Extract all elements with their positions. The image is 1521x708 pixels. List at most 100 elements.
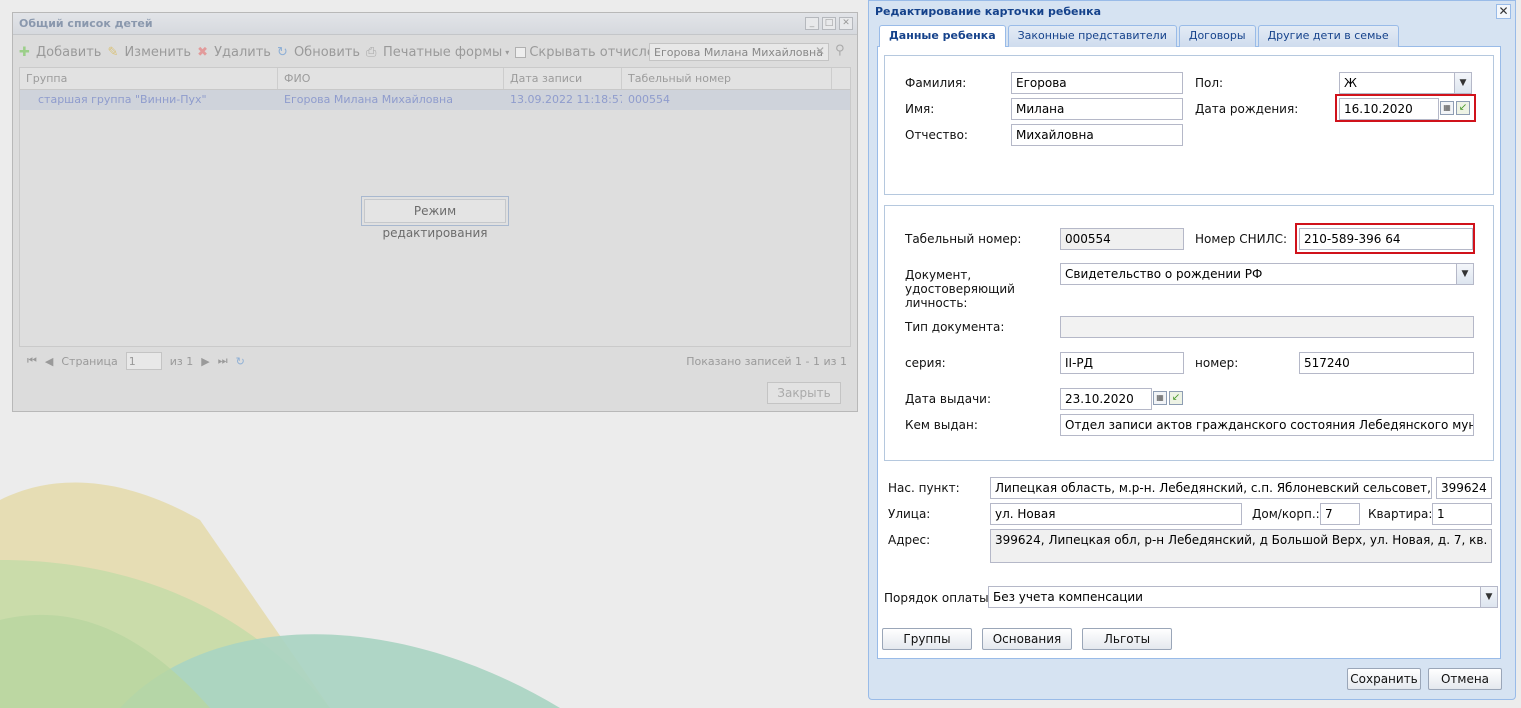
add-button[interactable]: ✚ Добавить (19, 44, 102, 61)
name-input[interactable]: Милана (1011, 98, 1183, 120)
pager-refresh-icon[interactable]: ↻ (236, 355, 245, 368)
issue-date-input[interactable]: 23.10.2020 (1060, 388, 1152, 410)
last-page-icon[interactable]: ⏭ (218, 354, 228, 368)
tab-other-children[interactable]: Другие дети в семье (1257, 25, 1399, 47)
gender-value: Ж (1344, 76, 1357, 90)
doc-type-input[interactable] (1060, 316, 1474, 338)
address-label: Адрес: (888, 533, 931, 547)
tab-child-data[interactable]: Данные ребенка (879, 25, 1006, 48)
number-label: номер: (1195, 356, 1239, 370)
checkbox-icon (515, 46, 527, 58)
edit-button[interactable]: ✎ Изменить (107, 44, 192, 61)
benefits-button[interactable]: Льготы (1082, 628, 1172, 650)
table-row[interactable]: старшая группа "Винни-Пух" Егорова Милан… (20, 90, 850, 110)
close-icon[interactable]: ✕ (839, 17, 853, 30)
document-fieldset: Табельный номер: 000554 Номер СНИЛС: 210… (884, 205, 1494, 461)
issue-date-label: Дата выдачи: (905, 392, 992, 406)
refresh-icon: ↻ (276, 45, 288, 60)
name-label: Имя: (905, 102, 935, 116)
dialog-titlebar: Редактирование карточки ребенка ✕ (869, 1, 1515, 23)
gender-select[interactable]: Ж ▼ (1339, 72, 1472, 94)
column-header-group[interactable]: Группа (20, 68, 278, 89)
birthdate-label: Дата рождения: (1195, 102, 1299, 116)
dialog-title: Редактирование карточки ребенка (875, 5, 1102, 18)
edit-mode-indicator: Режим редактирования (361, 196, 509, 240)
doc-select[interactable]: Свидетельство о рождении РФ ▼ (1060, 263, 1474, 285)
address-textarea: 399624, Липецкая обл, р-н Лебедянский, д… (990, 529, 1492, 563)
house-input[interactable]: 7 (1320, 503, 1360, 525)
refresh-label: Обновить (293, 44, 361, 60)
issued-by-label: Кем выдан: (905, 418, 978, 432)
minimize-icon[interactable]: _ (805, 17, 819, 30)
child-data-panel: Фамилия: Егорова Имя: Милана Отчество: М… (877, 47, 1501, 659)
first-page-icon[interactable]: ⏮ (27, 354, 37, 368)
prev-page-icon[interactable]: ◀ (45, 355, 53, 368)
street-label: Улица: (888, 507, 931, 521)
clear-search-icon[interactable]: ✕ (815, 44, 825, 58)
print-forms-label: Печатные формы (383, 44, 503, 60)
surname-input[interactable]: Егорова (1011, 72, 1183, 94)
column-header-fio[interactable]: ФИО (278, 68, 504, 89)
chevron-down-icon[interactable]: ▼ (1454, 73, 1471, 93)
doc-value: Свидетельство о рождении РФ (1065, 267, 1263, 281)
street-input[interactable]: ул. Новая (990, 503, 1242, 525)
patronymic-label: Отчество: (905, 128, 968, 142)
groups-button[interactable]: Группы (882, 628, 972, 650)
maximize-icon[interactable]: □ (822, 17, 836, 30)
snils-highlight (1295, 223, 1475, 254)
print-forms-button[interactable]: ⎙ Печатные формы ▾ (366, 44, 510, 61)
delete-button[interactable]: ✖ Удалить (197, 44, 271, 61)
search-input[interactable]: Егорова Милана Михайловна (649, 43, 829, 61)
delete-label: Удалить (214, 44, 271, 60)
tab-number-label: Табельный номер: (905, 232, 1022, 246)
snils-label: Номер СНИЛС: (1195, 232, 1288, 246)
refresh-button[interactable]: ↻ Обновить (276, 44, 361, 61)
apt-input[interactable]: 1 (1432, 503, 1492, 525)
column-header-tab-number[interactable]: Табельный номер (622, 68, 832, 89)
search-icon[interactable]: ⚲ (835, 43, 845, 58)
locality-label: Нас. пункт: (888, 481, 960, 495)
tab-contracts[interactable]: Договоры (1178, 25, 1256, 47)
chevron-down-icon[interactable]: ▼ (1480, 587, 1497, 607)
edit-label: Изменить (124, 44, 192, 60)
add-icon: ✚ (19, 45, 30, 60)
cell-fio: Егорова Милана Михайловна (284, 93, 453, 106)
column-header-date[interactable]: Дата записи (504, 68, 622, 89)
add-label: Добавить (36, 44, 102, 60)
delete-icon: ✖ (197, 45, 208, 60)
cell-tab-number: 000554 (628, 93, 670, 106)
number-input[interactable]: 517240 (1299, 352, 1474, 374)
surname-label: Фамилия: (905, 76, 967, 90)
page-input[interactable]: 1 (125, 352, 162, 370)
patronymic-input[interactable]: Михайловна (1011, 124, 1183, 146)
next-page-icon[interactable]: ▶ (201, 355, 209, 368)
grid-header: Группа ФИО Дата записи Табельный номер (20, 68, 850, 90)
postal-code-input[interactable]: 399624 (1436, 477, 1492, 499)
children-list-titlebar: Общий список детей _ □ ✕ (13, 13, 857, 35)
chevron-down-icon[interactable]: ▼ (1456, 264, 1473, 284)
series-input[interactable]: II-РД (1060, 352, 1184, 374)
grounds-button[interactable]: Основания (982, 628, 1072, 650)
date-insert-icon[interactable]: ↙ (1169, 391, 1183, 405)
printer-icon: ⎙ (366, 45, 377, 60)
tab-legal-representatives[interactable]: Законные представители (1007, 25, 1177, 47)
apt-label: Квартира: (1368, 507, 1433, 521)
chevron-down-icon: ▾ (505, 47, 510, 57)
payment-select[interactable]: Без учета компенсации ▼ (988, 586, 1498, 608)
dialog-close-icon[interactable]: ✕ (1496, 4, 1511, 19)
edit-mode-label: Режим редактирования (364, 199, 506, 240)
issued-by-input[interactable]: Отдел записи актов гражданского состояни… (1060, 414, 1474, 436)
doc-type-label: Тип документа: (905, 320, 1005, 334)
save-button[interactable]: Сохранить (1347, 668, 1421, 690)
close-button[interactable]: Закрыть (767, 382, 841, 404)
locality-input[interactable]: Липецкая область, м.р-н. Лебедянский, с.… (990, 477, 1432, 499)
birthdate-highlight (1335, 94, 1476, 122)
calendar-icon[interactable]: ▦ (1153, 391, 1167, 405)
records-info: Показано записей 1 - 1 из 1 (686, 354, 847, 368)
edit-child-card-dialog: Редактирование карточки ребенка ✕ Данные… (868, 0, 1516, 700)
cancel-button[interactable]: Отмена (1428, 668, 1502, 690)
pager: ⏮ ◀ Страница 1 из 1 ▶ ⏭ ↻ Показано запис… (19, 349, 851, 373)
of-label: из 1 (169, 354, 194, 368)
payment-value: Без учета компенсации (993, 590, 1143, 604)
page-label: Страница (61, 354, 118, 368)
